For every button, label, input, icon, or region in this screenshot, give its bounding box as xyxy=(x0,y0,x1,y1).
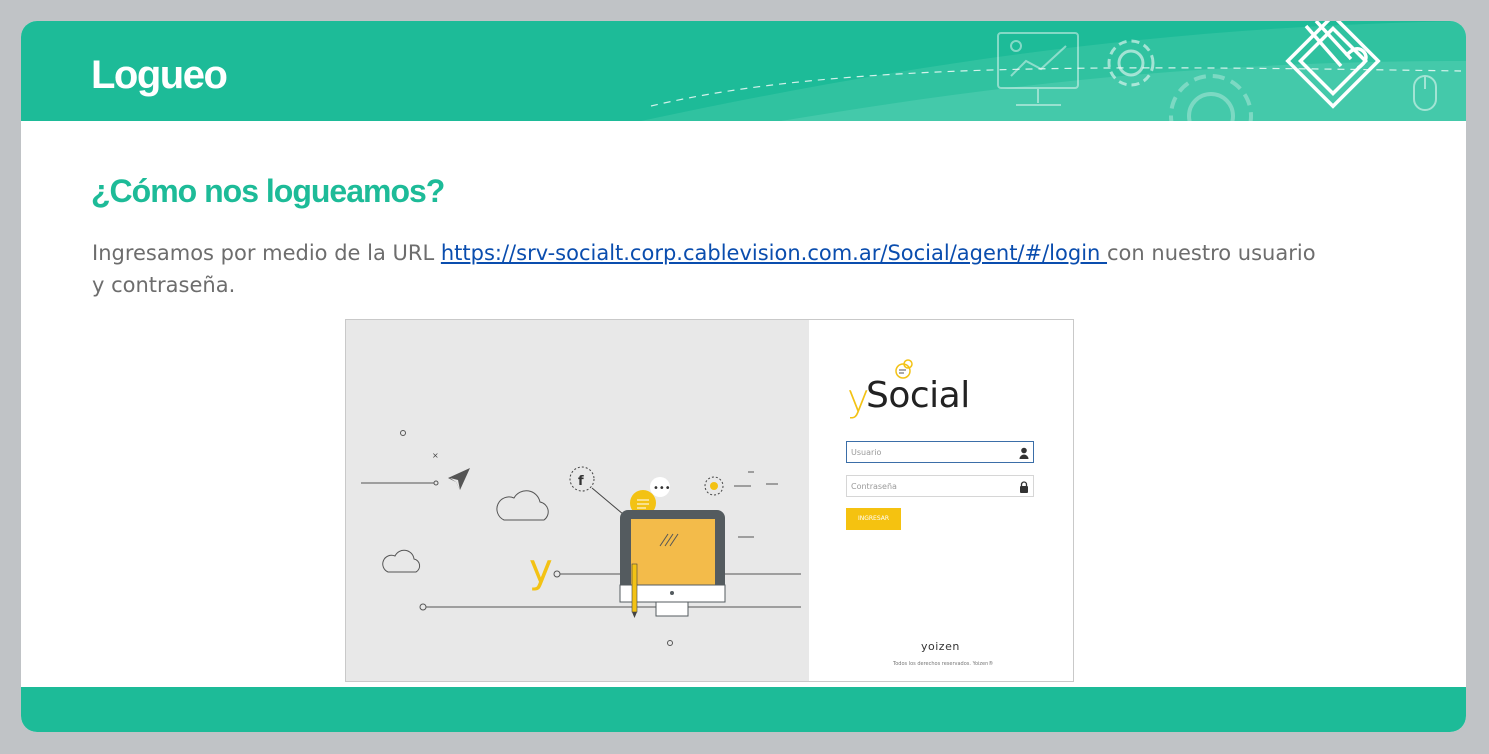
login-screenshot: × y f ••• y Social Usuario INGRESAR yoiz… xyxy=(345,319,1074,682)
instruction-paragraph: Ingresamos por medio de la URL https://s… xyxy=(92,237,1322,301)
illustration-panel: × y f ••• xyxy=(346,320,809,681)
illustration: × y f ••• xyxy=(361,430,801,646)
ysocial-logo-text: Social xyxy=(866,375,970,416)
user-icon xyxy=(1019,447,1029,459)
username-input[interactable] xyxy=(851,444,1011,460)
login-button[interactable]: INGRESAR xyxy=(846,508,901,530)
footer-bar xyxy=(21,687,1466,732)
password-field[interactable] xyxy=(846,475,1034,497)
login-panel: y Social INGRESAR yoizen Todos los derec… xyxy=(809,320,1073,681)
svg-text:f: f xyxy=(578,474,584,489)
login-url-link[interactable]: https://srv-socialt.corp.cablevision.com… xyxy=(441,241,1107,265)
copyright-notice: Todos los derechos reservados. Yoizen® xyxy=(893,661,994,667)
paper-plane-icon xyxy=(448,468,470,490)
svg-text:×: × xyxy=(432,451,439,460)
text-before-link: Ingresamos por medio de la URL xyxy=(92,241,441,265)
svg-text:y: y xyxy=(529,546,553,592)
lock-icon xyxy=(1020,481,1028,493)
section-subtitle: ¿Cómo nos logueamos? xyxy=(91,173,445,209)
header-decoration xyxy=(641,21,1466,121)
twitter-icon xyxy=(704,476,724,496)
header-banner: Logueo xyxy=(21,21,1466,121)
username-field[interactable] xyxy=(846,441,1034,463)
password-input[interactable] xyxy=(851,478,1011,494)
svg-text:•••: ••• xyxy=(653,483,671,494)
slide: Logueo ¿Cómo nos logueamos? Ingresamos p… xyxy=(21,21,1466,732)
page-title: Logueo xyxy=(91,53,228,97)
cloud-icon xyxy=(382,490,549,573)
yoizen-brand: yoizen xyxy=(921,640,960,653)
pencil-icon xyxy=(631,563,638,618)
